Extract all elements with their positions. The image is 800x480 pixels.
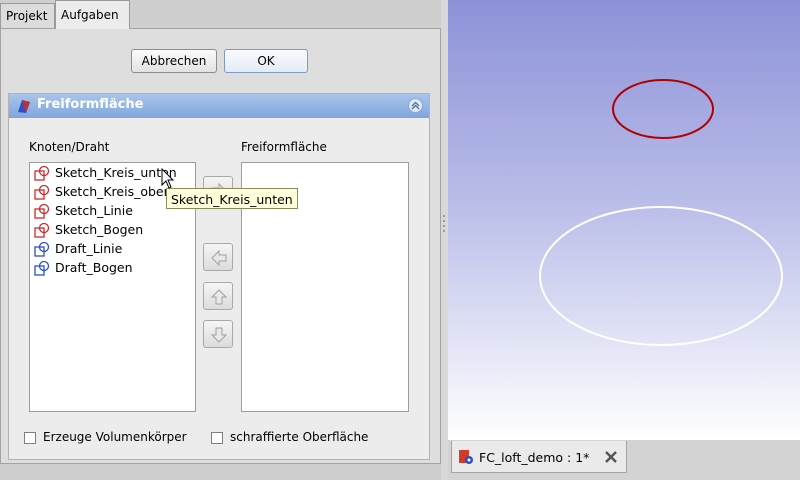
arrow-down-icon <box>210 327 228 343</box>
move-up-button[interactable] <box>203 282 233 310</box>
sketch-circle-top[interactable] <box>612 79 714 139</box>
document-tab[interactable]: FC_loft_demo : 1* <box>451 441 627 473</box>
cancel-button[interactable]: Abbrechen <box>131 49 217 73</box>
viewport-canvas[interactable] <box>448 0 800 440</box>
draft-icon <box>34 260 50 276</box>
section-title: Freiformfläche <box>37 97 144 112</box>
ok-button-label: OK <box>257 54 275 68</box>
combo-view-panel: Projekt Aufgaben Abbrechen OK Freiformfl… <box>0 0 446 480</box>
move-left-button[interactable] <box>203 243 233 271</box>
tab-aufgaben-label: Aufgaben <box>61 8 119 22</box>
loft-section: Freiformfläche Knoten/Draht Freiformfläc… <box>8 93 430 460</box>
solid-checkbox-label: Erzeuge Volumenkörper <box>43 430 187 444</box>
sketch-icon <box>34 222 50 238</box>
grip-dot <box>443 230 445 232</box>
list-item-label: Sketch_Kreis_unten <box>55 165 177 180</box>
tab-projekt-label: Projekt <box>6 9 48 23</box>
sketch-circle-bottom[interactable] <box>539 206 783 346</box>
list-item-label: Draft_Bogen <box>55 260 133 275</box>
loft-icon <box>18 100 30 113</box>
cancel-button-label: Abbrechen <box>141 54 207 68</box>
combo-tabbar: Projekt Aufgaben <box>0 0 446 29</box>
draft-icon <box>34 241 50 257</box>
vertex-wire-label: Knoten/Draht <box>29 140 110 154</box>
arrow-left-icon <box>211 249 227 267</box>
chevron-up-icon <box>411 101 420 110</box>
tab-aufgaben[interactable]: Aufgaben <box>55 0 130 29</box>
ruled-checkbox-label: schraffierte Oberfläche <box>230 430 369 444</box>
mouse-cursor-icon <box>161 168 175 189</box>
solid-checkbox[interactable] <box>24 432 36 444</box>
tooltip: Sketch_Kreis_unten <box>166 188 298 209</box>
document-tabbar: FC_loft_demo : 1* <box>448 440 800 480</box>
arrow-up-icon <box>210 289 228 305</box>
ruled-checkbox[interactable] <box>211 432 223 444</box>
freecad-document-icon <box>459 450 473 464</box>
3d-viewport[interactable] <box>448 0 800 440</box>
tab-projekt[interactable]: Projekt <box>0 3 55 28</box>
list-item-label: Draft_Linie <box>55 241 123 256</box>
close-icon[interactable] <box>604 450 618 464</box>
grip-dot <box>443 215 445 217</box>
document-tab-label: FC_loft_demo : 1* <box>479 450 590 465</box>
move-down-button[interactable] <box>203 320 233 348</box>
collapse-button[interactable] <box>408 98 423 113</box>
splitter-handle[interactable] <box>441 0 448 480</box>
list-item-label: Sketch_Kreis_oben <box>55 184 172 199</box>
section-header: Freiformfläche <box>9 94 429 118</box>
sketch-icon <box>34 203 50 219</box>
ok-button[interactable]: OK <box>224 49 308 73</box>
grip-dot <box>443 220 445 222</box>
list-item-label: Sketch_Bogen <box>55 222 144 237</box>
grip-dot <box>443 225 445 227</box>
list-item-label: Sketch_Linie <box>55 203 133 218</box>
loft-list-label: Freiformfläche <box>241 140 327 154</box>
sketch-icon <box>34 165 50 181</box>
sketch-icon <box>34 184 50 200</box>
